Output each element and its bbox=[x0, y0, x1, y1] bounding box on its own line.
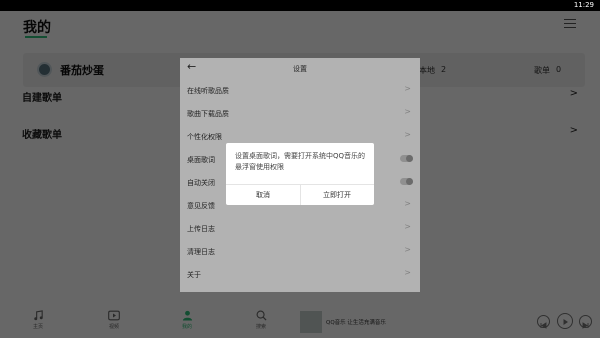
status-bar: 11:29 bbox=[0, 0, 600, 11]
permission-dialog: 设置桌面歌词，需要打开系统中QQ音乐的悬浮窗使用权限 取消 立即打开 bbox=[226, 143, 374, 205]
open-now-button[interactable]: 立即打开 bbox=[300, 185, 374, 205]
status-time: 11:29 bbox=[573, 1, 594, 9]
dialog-message: 设置桌面歌词，需要打开系统中QQ音乐的悬浮窗使用权限 bbox=[235, 152, 366, 171]
cancel-button[interactable]: 取消 bbox=[226, 185, 300, 205]
